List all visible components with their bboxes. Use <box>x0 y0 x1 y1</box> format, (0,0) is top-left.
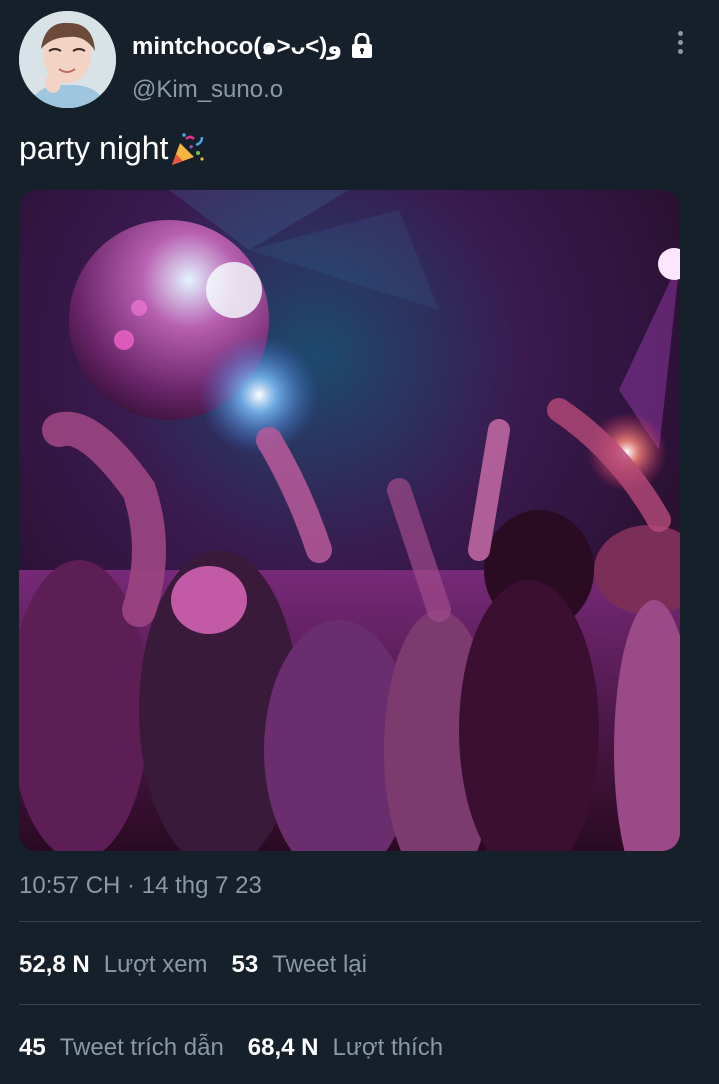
display-name[interactable]: mintchoco(๑>ᴗ<)و <box>132 26 374 65</box>
quotes-label: Tweet trích dẫn <box>59 1034 224 1061</box>
tweet-text-content: party night <box>19 130 169 166</box>
quotes-count: 45 <box>19 1034 46 1061</box>
tweet-text: party night <box>19 130 206 167</box>
quotes-stat[interactable]: 45 Tweet trích dẫn <box>19 1034 224 1062</box>
stats-row-2: 45 Tweet trích dẫn 68,4 N Lượt thích <box>19 1034 467 1062</box>
avatar[interactable] <box>19 11 116 108</box>
views-stat[interactable]: 52,8 N Lượt xem <box>19 951 208 979</box>
party-popper-icon <box>172 132 205 165</box>
user-handle[interactable]: @Kim_suno.o <box>132 76 283 104</box>
retweets-stat[interactable]: 53 Tweet lại <box>232 951 367 979</box>
divider <box>19 921 701 922</box>
retweets-count: 53 <box>231 951 259 978</box>
retweets-label: Tweet lại <box>272 951 367 978</box>
likes-count: 68,4 N <box>247 1034 319 1061</box>
views-label: Lượt xem <box>103 951 208 978</box>
stats-row-1: 52,8 N Lượt xem 53 Tweet lại <box>19 951 391 979</box>
likes-stat[interactable]: 68,4 N Lượt thích <box>248 1034 443 1062</box>
tweet-header: mintchoco(๑>ᴗ<)و @Kim_suno.o <box>0 0 719 120</box>
tweet-image[interactable] <box>19 190 680 851</box>
likes-label: Lượt thích <box>332 1034 444 1061</box>
more-vertical-icon[interactable] <box>666 28 694 56</box>
lock-icon <box>352 32 373 58</box>
views-count: 52,8 N <box>19 951 90 978</box>
display-name-text: mintchoco(๑>ᴗ<)و <box>132 33 343 60</box>
tweet-timestamp[interactable]: 10:57 CH · 14 thg 7 23 <box>19 872 262 900</box>
divider <box>19 1004 701 1005</box>
